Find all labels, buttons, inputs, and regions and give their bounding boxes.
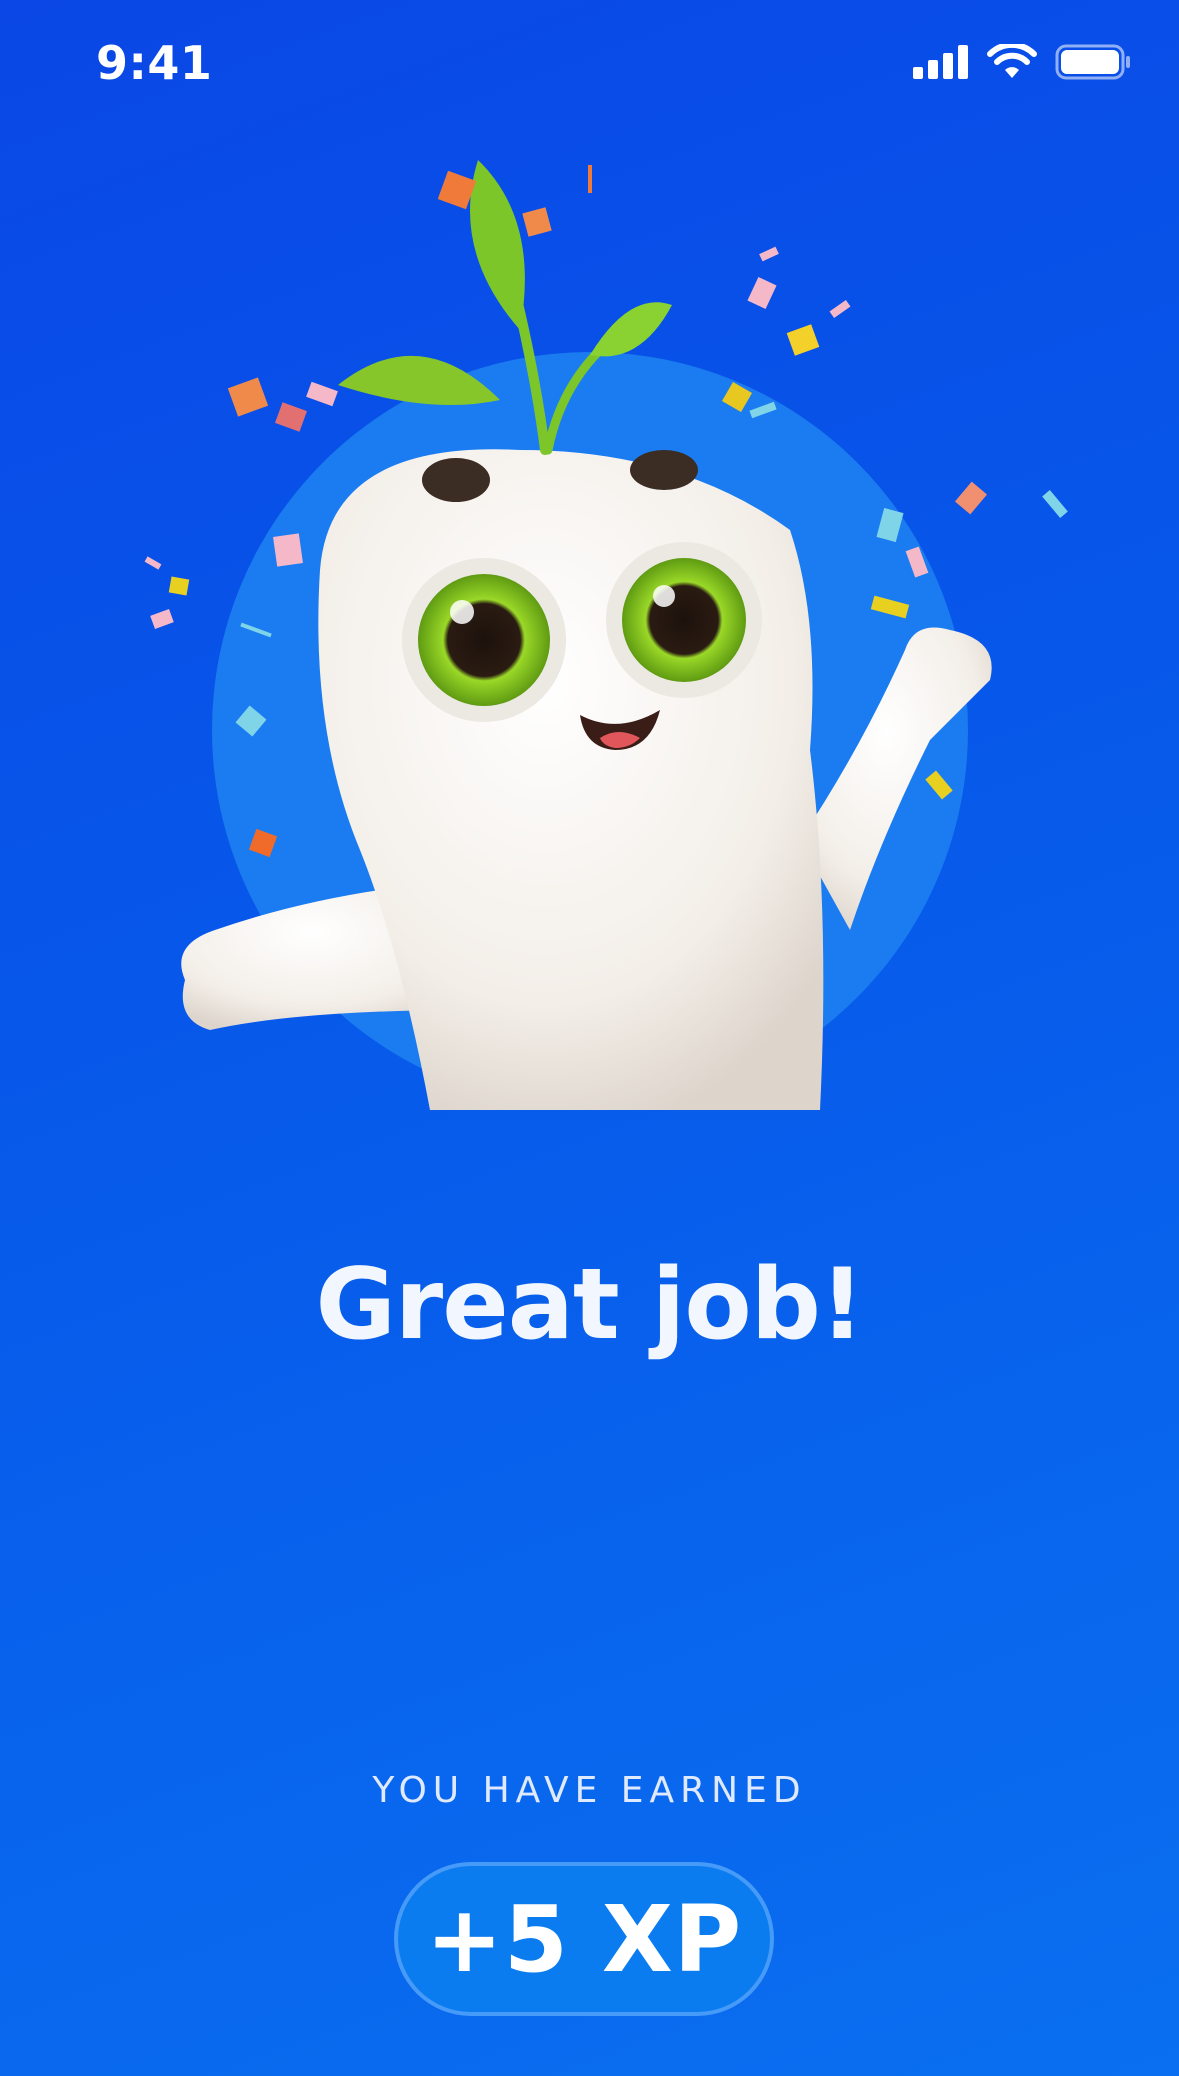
battery-icon — [1055, 44, 1130, 80]
xp-value: +5 XP — [425, 1885, 743, 1993]
mascot-illustration — [0, 150, 1179, 1130]
earned-label: YOU HAVE EARNED — [372, 1770, 807, 1811]
page-title: Great job! — [315, 1248, 864, 1362]
status-icons — [913, 44, 1131, 80]
wifi-icon — [987, 44, 1037, 78]
xp-badge: +5 XP — [394, 1862, 774, 2016]
cellular-signal-icon — [913, 45, 968, 79]
status-bar: 9:41 — [0, 0, 1179, 130]
status-time: 9:41 — [96, 36, 213, 90]
